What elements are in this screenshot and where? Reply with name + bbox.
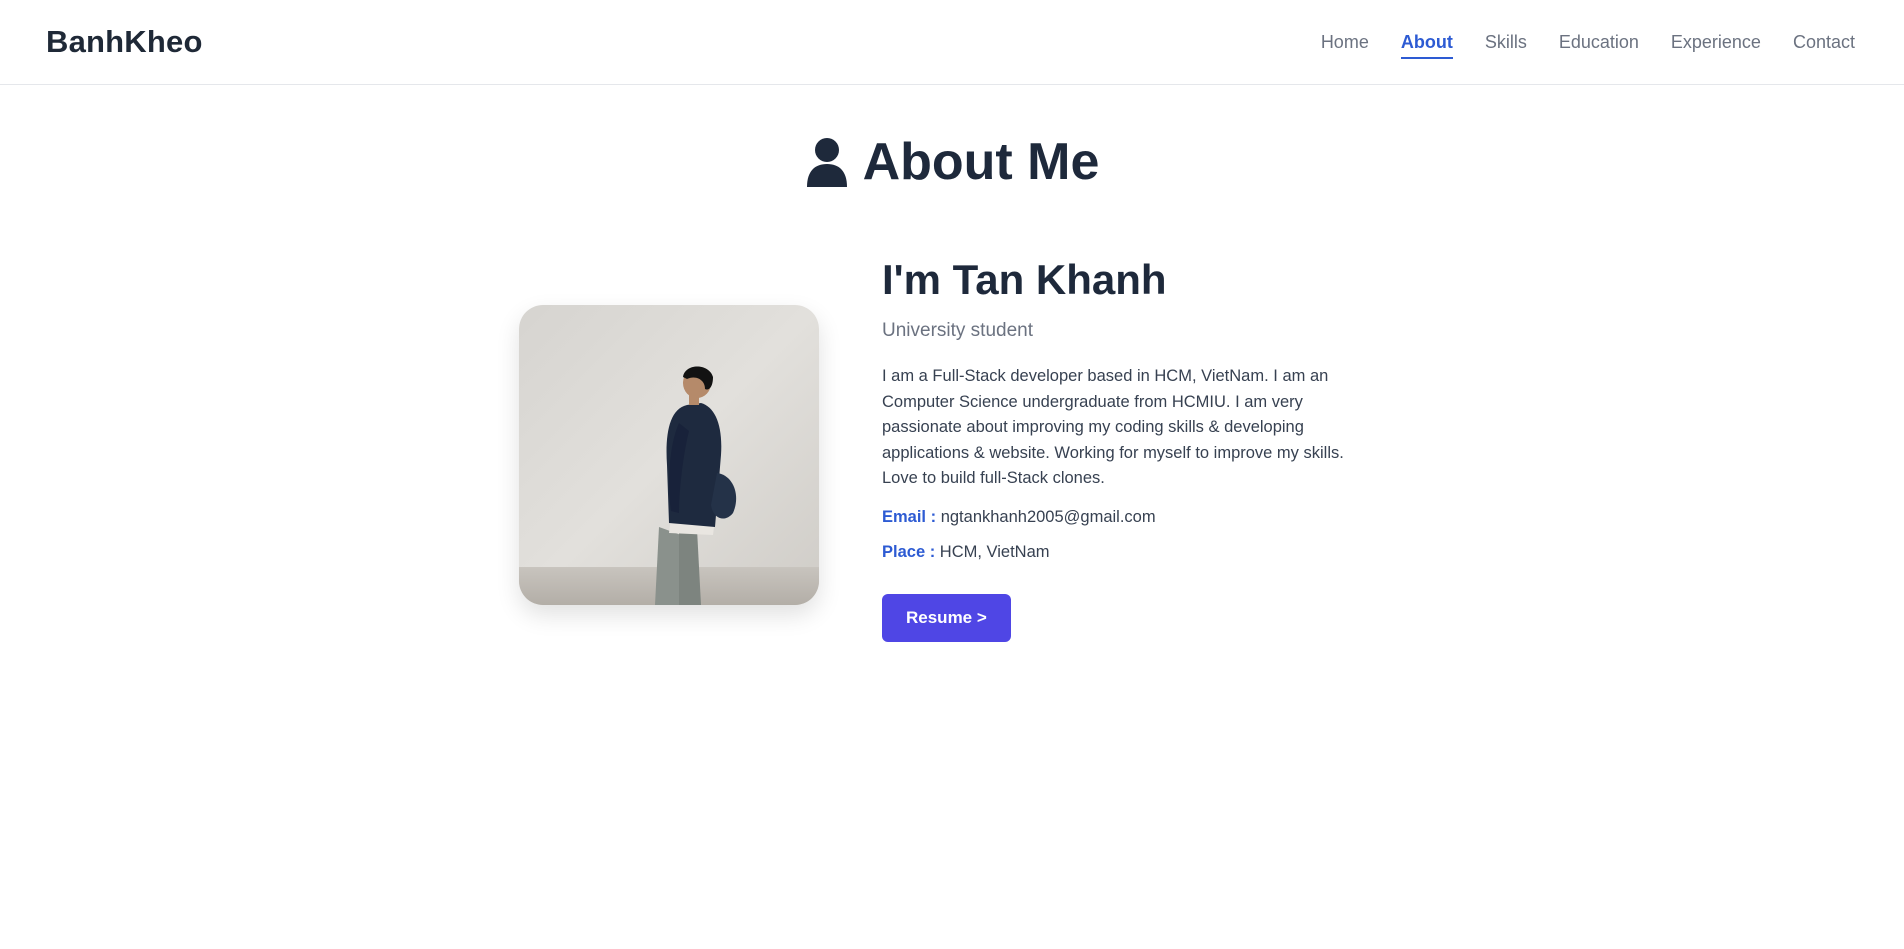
nav-home[interactable]: Home	[1321, 32, 1369, 59]
user-icon	[806, 138, 847, 187]
nav-menu: Home About Skills Education Experience C…	[1321, 32, 1855, 59]
nav-education[interactable]: Education	[1559, 32, 1639, 59]
section-title: About Me	[0, 132, 1904, 192]
place-row: Place : HCM, VietNam	[882, 543, 1382, 562]
email-value: ngtankhanh2005@gmail.com	[940, 507, 1156, 526]
place-value: HCM, VietNam	[939, 542, 1050, 561]
place-label: Place :	[882, 542, 936, 561]
email-row: Email : ngtankhanh2005@gmail.com	[882, 508, 1382, 527]
nav-skills[interactable]: Skills	[1485, 32, 1527, 59]
profile-info: I'm Tan Khanh University student I am a …	[882, 254, 1382, 642]
profile-name: I'm Tan Khanh	[882, 256, 1167, 303]
navbar: BanhKheo Home About Skills Education Exp…	[0, 0, 1904, 85]
resume-button[interactable]: Resume >	[882, 593, 1011, 642]
nav-contact[interactable]: Contact	[1793, 32, 1855, 59]
email-label: Email :	[882, 507, 937, 526]
profile-bio: I am a Full-Stack developer based in HCM…	[882, 367, 1344, 487]
nav-experience[interactable]: Experience	[1671, 32, 1761, 59]
brand-logo[interactable]: BanhKheo	[46, 24, 203, 60]
profile-photo	[519, 305, 819, 605]
nav-about[interactable]: About	[1400, 32, 1453, 59]
profile-role: University student	[882, 320, 1034, 341]
section-heading: About Me	[862, 133, 1100, 191]
